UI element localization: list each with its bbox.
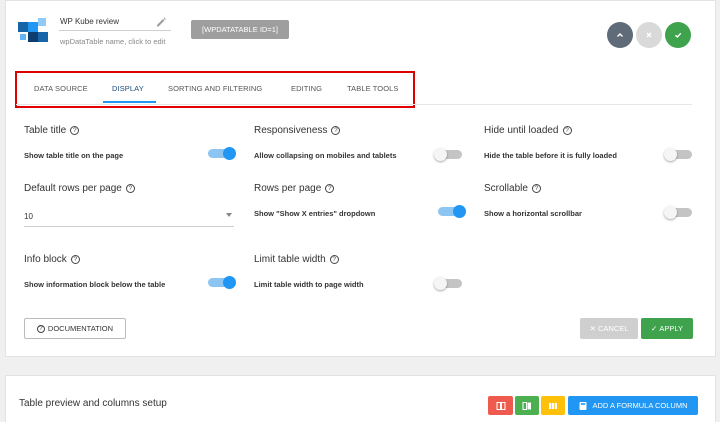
- table-name-hint: wpDataTable name, click to edit: [60, 37, 166, 46]
- tabs-divider: [16, 104, 692, 105]
- rows-per-page-setting-desc: Show "Show X entries" dropdown: [254, 209, 376, 218]
- close-icon: ✕: [589, 324, 598, 333]
- close-button[interactable]: [636, 22, 662, 48]
- check-icon: ✓: [651, 324, 660, 333]
- setting-title-text: Default rows per page: [24, 183, 122, 194]
- info-block-setting-desc: Show information block below the table: [24, 280, 166, 289]
- documentation-button[interactable]: ? DOCUMENTATION: [24, 318, 126, 339]
- tab-sorting-and-filtering[interactable]: SORTING AND FILTERING: [168, 84, 262, 93]
- chevron-up-icon: [617, 33, 623, 37]
- scrollable-toggle[interactable]: [664, 206, 694, 219]
- help-icon[interactable]: ?: [329, 255, 339, 264]
- setting-title-text: Info block: [24, 254, 67, 265]
- check-icon: [675, 32, 682, 39]
- add-formula-column-button[interactable]: ADD A FORMULA COLUMN: [568, 396, 698, 415]
- wpdatatables-logo: [16, 16, 50, 46]
- help-icon[interactable]: ?: [562, 126, 572, 135]
- calculator-icon: [579, 401, 587, 410]
- columns-list-button[interactable]: [541, 396, 565, 415]
- collapse-button[interactable]: [607, 22, 633, 48]
- columns-icon: [549, 402, 557, 409]
- default-rows-select-underline: [24, 226, 234, 227]
- info-block-toggle[interactable]: [206, 276, 236, 289]
- rows-per-page-toggle[interactable]: [436, 205, 466, 218]
- active-tab-indicator: [103, 101, 156, 103]
- responsiveness-toggle[interactable]: [434, 148, 464, 161]
- add-formula-column-label: ADD A FORMULA COLUMN: [592, 401, 688, 410]
- setting-title-text: Hide until loaded: [484, 125, 559, 136]
- setting-title-text: Responsiveness: [254, 125, 328, 136]
- tab-display[interactable]: DISPLAY: [112, 84, 144, 93]
- setting-title-text: Table title: [24, 125, 67, 136]
- setting-title-text: Limit table width: [254, 254, 326, 265]
- rows-per-page-setting-title: Rows per page?: [254, 183, 335, 194]
- shortcode-badge[interactable]: [WPDATATABLE ID=1]: [191, 20, 289, 39]
- tab-table-tools[interactable]: TABLE TOOLS: [347, 84, 399, 93]
- add-column-button[interactable]: [515, 396, 539, 415]
- help-icon: ?: [36, 324, 45, 333]
- help-icon[interactable]: ?: [70, 126, 80, 135]
- scrollable-setting-desc: Show a horizontal scrollbar: [484, 209, 582, 218]
- setting-title-text: Scrollable: [484, 183, 528, 194]
- help-icon[interactable]: ?: [125, 184, 135, 193]
- tab-editing[interactable]: EDITING: [291, 84, 322, 93]
- pencil-icon[interactable]: [155, 16, 167, 28]
- close-icon: [646, 32, 652, 38]
- help-icon[interactable]: ?: [331, 126, 341, 135]
- table-settings-card: [5, 0, 716, 357]
- apply-label: APPLY: [659, 324, 683, 333]
- table-title-setting-desc: Show table title on the page: [24, 151, 124, 160]
- help-icon[interactable]: ?: [531, 184, 541, 193]
- default-rows-setting-title: Default rows per page?: [24, 183, 135, 194]
- setting-title-text: Rows per page: [254, 183, 322, 194]
- cancel-label: CANCEL: [597, 324, 629, 333]
- limit-width-setting-desc: Limit table width to page width: [254, 280, 364, 289]
- table-title-toggle[interactable]: [206, 147, 236, 160]
- limit-width-setting-title: Limit table width?: [254, 254, 339, 265]
- limit-width-toggle[interactable]: [434, 277, 464, 290]
- table-title-setting-title: Table title?: [24, 125, 80, 136]
- table-name-underline: [59, 30, 171, 31]
- hide-until-loaded-toggle[interactable]: [664, 148, 694, 161]
- tab-data-source[interactable]: DATA SOURCE: [34, 84, 88, 93]
- help-icon[interactable]: ?: [325, 184, 335, 193]
- column-remove-icon: [496, 401, 505, 410]
- dropdown-caret-icon[interactable]: [226, 213, 232, 217]
- preview-title: Table preview and columns setup: [19, 398, 167, 409]
- apply-button[interactable]: ✓ APPLY: [641, 318, 693, 339]
- hide-until-loaded-setting-title: Hide until loaded?: [484, 125, 572, 136]
- info-block-setting-title: Info block?: [24, 254, 80, 265]
- responsiveness-setting-desc: Allow collapsing on mobiles and tablets: [254, 151, 397, 160]
- save-button[interactable]: [665, 22, 691, 48]
- default-rows-select[interactable]: 10: [24, 212, 33, 221]
- cancel-button[interactable]: ✕ CANCEL: [580, 318, 638, 339]
- column-add-icon: [522, 401, 531, 410]
- table-name[interactable]: WP Kube review: [60, 17, 119, 26]
- scrollable-setting-title: Scrollable?: [484, 183, 541, 194]
- remove-column-button[interactable]: [488, 396, 513, 415]
- hide-until-loaded-setting-desc: Hide the table before it is fully loaded: [484, 151, 617, 160]
- documentation-label: DOCUMENTATION: [47, 324, 114, 333]
- help-icon[interactable]: ?: [70, 255, 80, 264]
- responsiveness-setting-title: Responsiveness?: [254, 125, 341, 136]
